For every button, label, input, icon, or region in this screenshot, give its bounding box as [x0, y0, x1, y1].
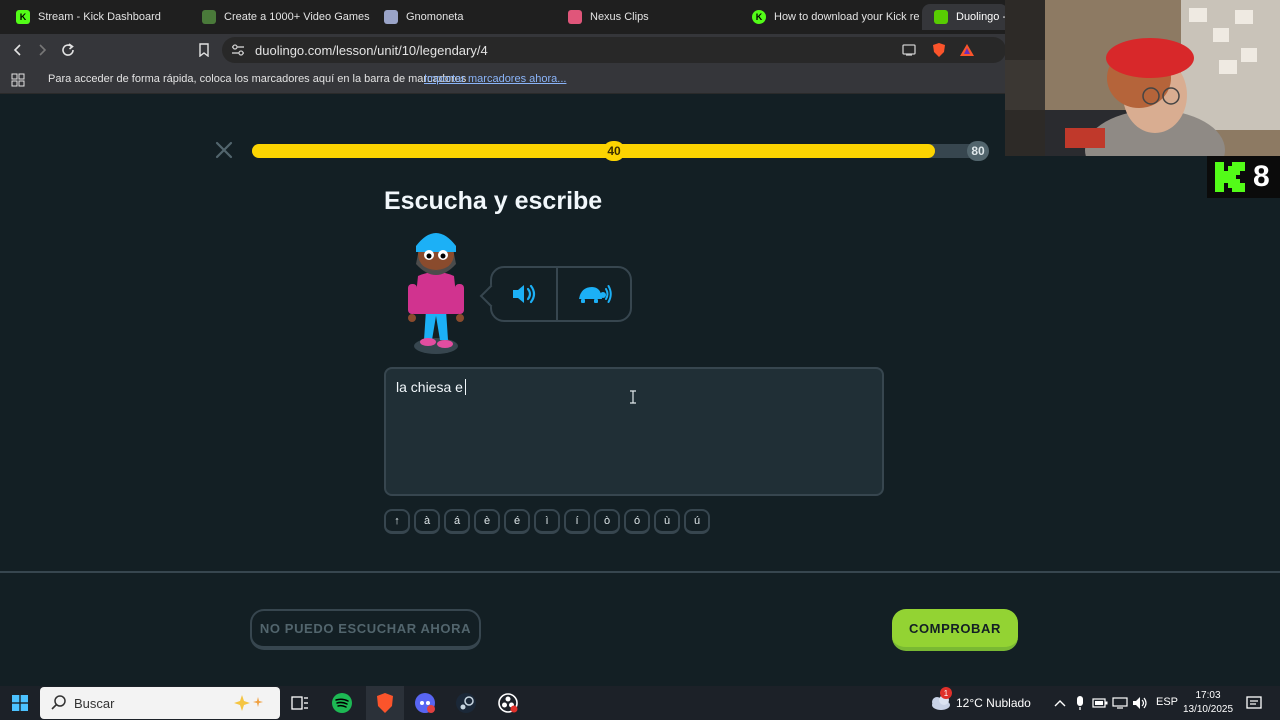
search-icon [51, 695, 66, 710]
duolingo-icon [934, 10, 948, 24]
exercise-title: Escucha y escribe [384, 187, 603, 215]
clock-date: 13/10/2025 [1182, 704, 1234, 715]
task-view-icon[interactable] [288, 691, 312, 715]
progress-fill [252, 144, 936, 158]
speaker-icon [513, 284, 536, 304]
lesson-progress-bar: 40 80 [252, 141, 989, 161]
forward-icon[interactable] [32, 40, 52, 60]
obs-icon[interactable] [496, 691, 520, 715]
answer-textarea[interactable]: la chiesa e [384, 367, 884, 496]
tab-label: Stream - Kick Dashboard [38, 11, 161, 23]
volume-icon[interactable] [1128, 691, 1152, 715]
footer-divider [0, 571, 1280, 573]
system-clock[interactable]: 17:03 13/10/2025 [1180, 689, 1236, 717]
nexus-icon [568, 10, 582, 24]
shift-key[interactable]: ↑ [384, 509, 410, 534]
clock-time: 17:03 [1195, 690, 1221, 701]
windows-taskbar: Buscar 1 12°C Nublado ESP 17:03 13/10/20… [0, 686, 1280, 720]
steam-icon[interactable] [454, 691, 478, 715]
answer-text: la chiesa e [396, 379, 463, 395]
tab-label: Gnomoneta [406, 11, 464, 23]
cast-icon[interactable] [901, 42, 917, 58]
progress-end-badge: 80 [967, 141, 989, 161]
play-audio-button[interactable] [492, 268, 558, 320]
tab-label: How to download your Kick repl [774, 11, 920, 23]
address-bar[interactable]: duolingo.com/lesson/unit/10/legendary/4 [222, 37, 1006, 63]
char-key[interactable]: á [444, 509, 470, 534]
apps-grid-icon[interactable] [8, 70, 28, 90]
tab-video-games[interactable]: Create a 1000+ Video Games Ti [190, 4, 370, 30]
brave-shield-icon[interactable] [931, 42, 947, 58]
copilot-sparkle-icon [234, 695, 263, 711]
tab-nexus-clips[interactable]: Nexus Clips [556, 4, 736, 30]
reload-icon[interactable] [58, 40, 78, 60]
webcam-overlay [1005, 0, 1280, 156]
search-placeholder: Buscar [74, 696, 115, 711]
char-key[interactable]: ò [594, 509, 620, 534]
import-bookmarks-link[interactable]: Importar marcadores ahora... [424, 73, 566, 85]
weather-cloud-icon[interactable]: 1 [928, 687, 952, 715]
brave-rewards-icon[interactable] [959, 42, 975, 58]
back-icon[interactable] [8, 40, 28, 60]
text-caret [464, 379, 466, 395]
ibeam-cursor-icon [630, 390, 636, 404]
kick-icon: K [752, 10, 766, 24]
tab-label: Nexus Clips [590, 11, 649, 23]
check-button[interactable]: COMPROBAR [892, 609, 1018, 651]
audio-buttons [490, 266, 632, 322]
weather-text[interactable]: 12°C Nublado [956, 696, 1031, 710]
windows-start-icon[interactable] [8, 691, 32, 715]
char-key[interactable]: é [504, 509, 530, 534]
bookmark-icon[interactable] [194, 40, 214, 60]
screen: K Stream - Kick Dashboard Create a 1000+… [0, 0, 1280, 720]
notifications-icon[interactable] [1242, 691, 1266, 715]
gnome-icon [384, 10, 398, 24]
tab-gnomoneta[interactable]: Gnomoneta [372, 4, 552, 30]
tab-label: Duolingo - L [956, 11, 1008, 23]
char-key[interactable]: í [564, 509, 590, 534]
weather-notification-badge: 1 [940, 687, 952, 699]
tab-label: Create a 1000+ Video Games Ti [224, 11, 370, 23]
site-settings-icon[interactable] [230, 42, 246, 58]
cant-listen-button[interactable]: NO PUEDO ESCUCHAR AHORA [250, 609, 481, 650]
progress-milestone-badge: 40 [603, 141, 625, 161]
character-illustration [404, 224, 468, 356]
spotify-icon[interactable] [330, 691, 354, 715]
brave-browser-icon[interactable] [366, 686, 404, 720]
taskbar-search[interactable]: Buscar [40, 687, 280, 719]
play-slow-audio-button[interactable] [558, 268, 630, 320]
bookmarks-hint: Para acceder de forma rápida, coloca los… [48, 73, 467, 85]
char-key[interactable]: è [474, 509, 500, 534]
kick-icon: K [16, 10, 30, 24]
viewer-count: 8 [1253, 160, 1270, 193]
char-key[interactable]: ú [684, 509, 710, 534]
doc-icon [202, 10, 216, 24]
kick-viewer-badge: 8 [1207, 156, 1280, 198]
char-key[interactable]: ù [654, 509, 680, 534]
kick-logo-icon [1215, 162, 1245, 192]
input-language[interactable]: ESP [1156, 696, 1178, 708]
tab-duolingo[interactable]: Duolingo - L [922, 4, 1008, 30]
discord-icon[interactable] [413, 691, 437, 715]
url-text: duolingo.com/lesson/unit/10/legendary/4 [255, 43, 488, 58]
close-lesson-icon[interactable] [214, 141, 234, 161]
char-key[interactable]: à [414, 509, 440, 534]
tab-kick-dashboard[interactable]: K Stream - Kick Dashboard [4, 4, 190, 30]
char-key[interactable]: ì [534, 509, 560, 534]
char-key[interactable]: ó [624, 509, 650, 534]
turtle-icon [579, 285, 612, 303]
tab-kick-download[interactable]: K How to download your Kick repl [740, 4, 920, 30]
